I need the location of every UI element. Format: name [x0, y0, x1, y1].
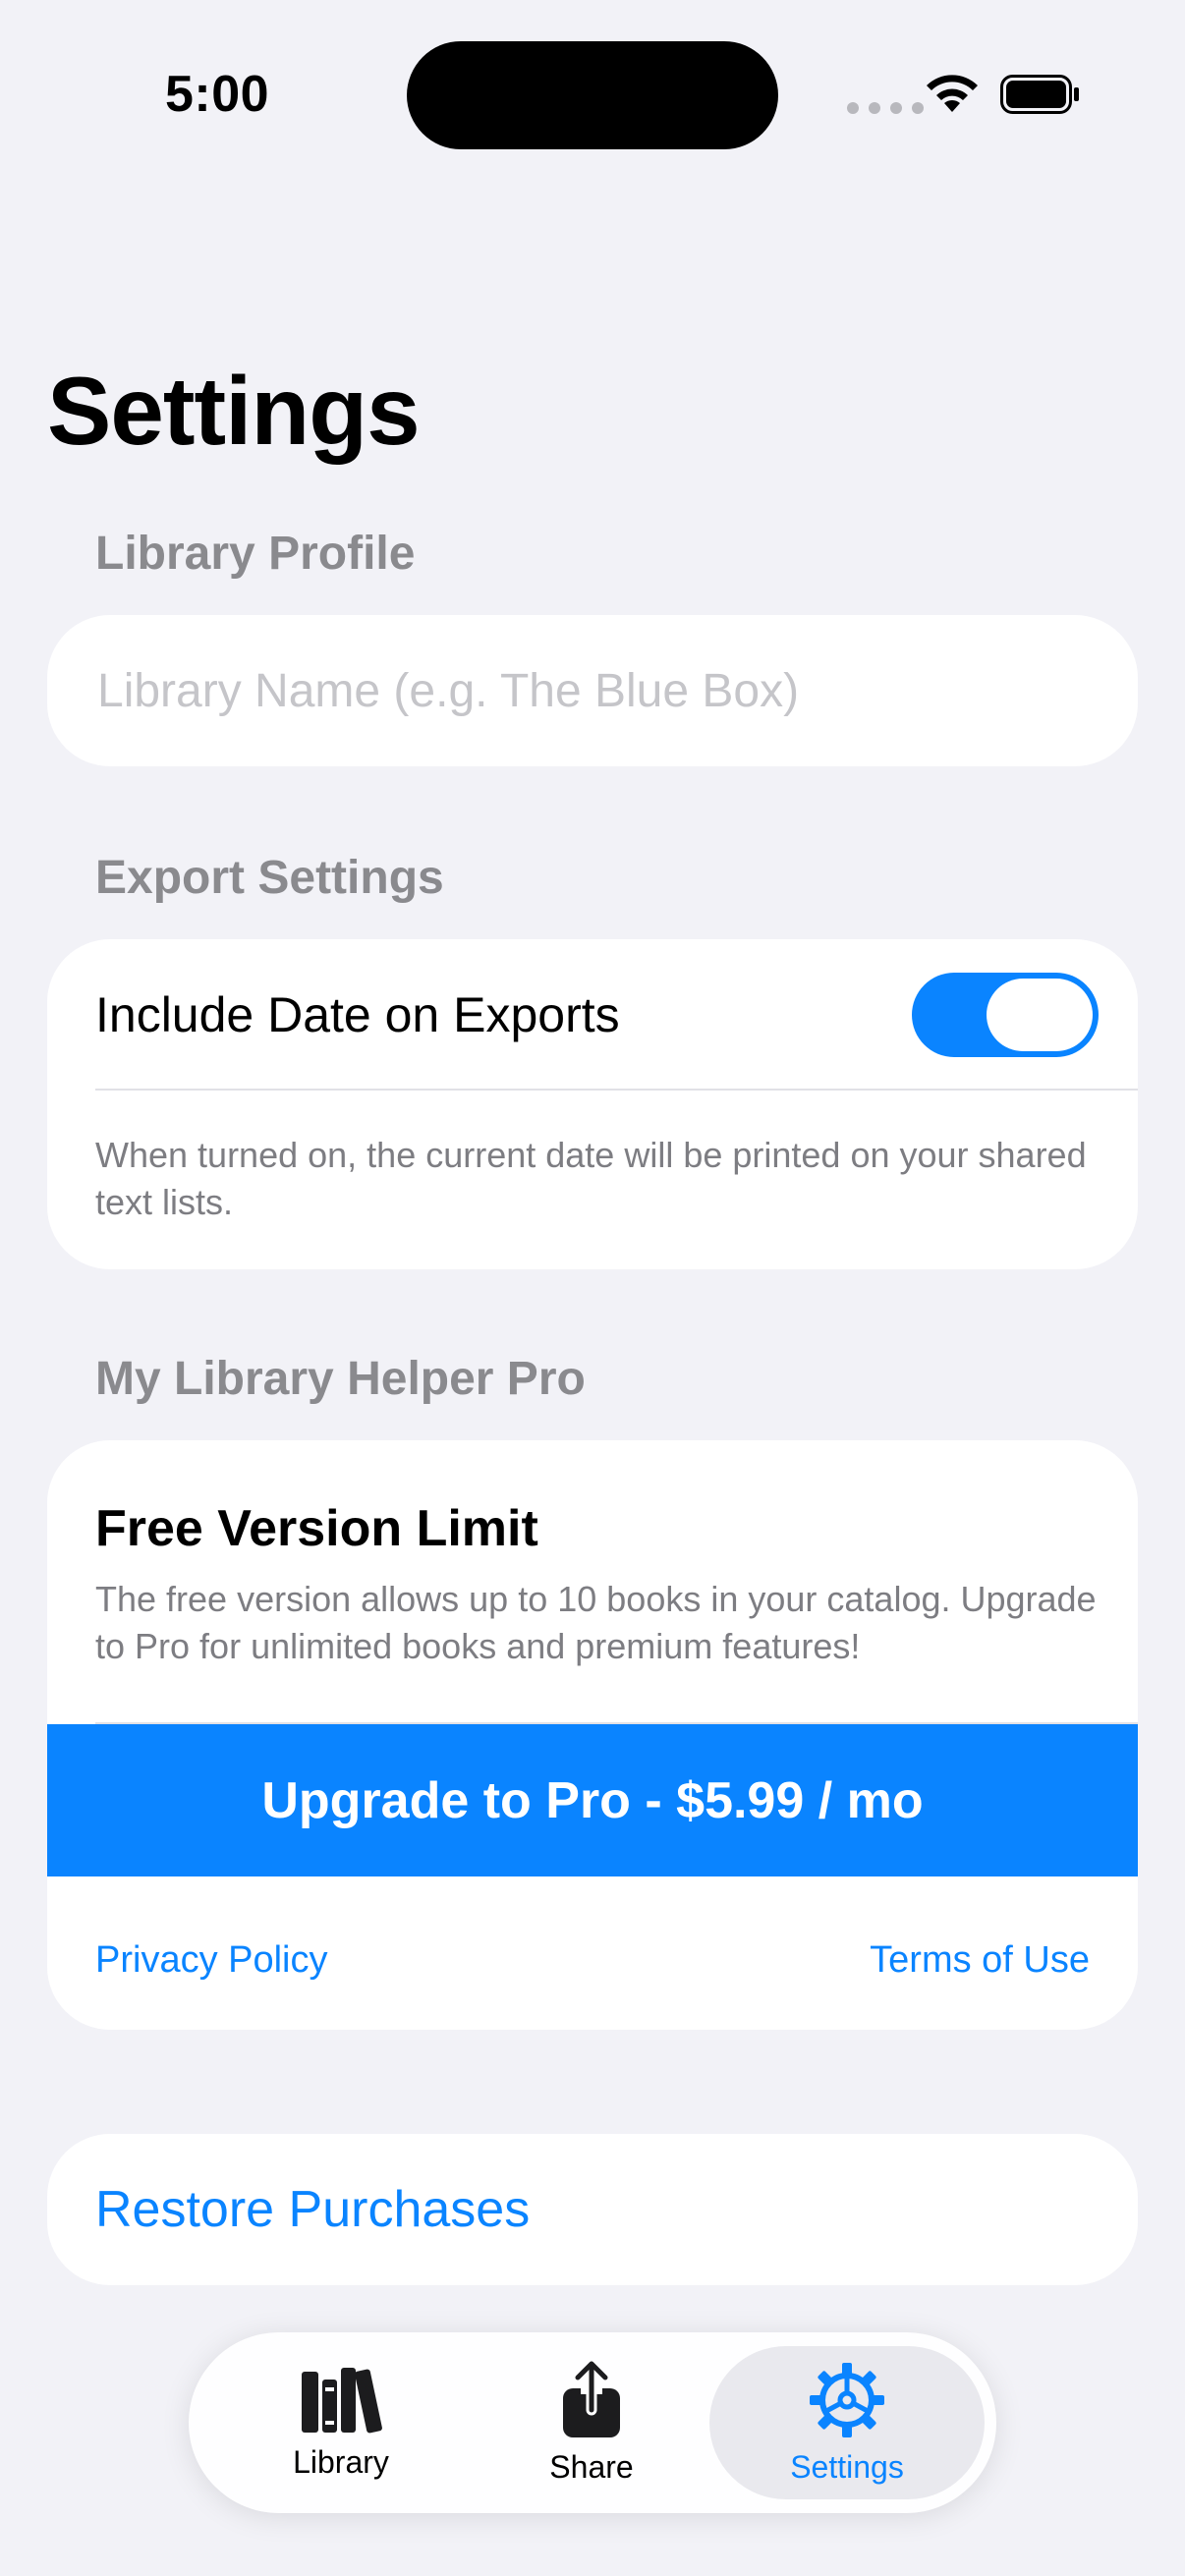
terms-of-use-link[interactable]: Terms of Use	[870, 1939, 1090, 1982]
export-footnote: When turned on, the current date will be…	[95, 1135, 1087, 1222]
divider	[95, 1089, 1138, 1091]
tab-share-label: Share	[549, 2448, 634, 2485]
dynamic-island	[407, 41, 778, 149]
tab-share[interactable]: Share	[479, 2332, 705, 2513]
status-time: 5:00	[165, 66, 270, 123]
tab-library-label: Library	[293, 2443, 389, 2480]
pro-description: The free version allows up to 10 books i…	[95, 1579, 1097, 1666]
tab-settings-label: Settings	[790, 2448, 904, 2485]
toggle-knob	[987, 979, 1093, 1051]
pro-header: My Library Helper Pro	[95, 1353, 586, 1405]
tab-library[interactable]: Library	[228, 2332, 454, 2513]
pro-title: Free Version Limit	[95, 1500, 538, 1557]
gear-icon	[810, 2362, 884, 2437]
signal-dots-icon	[847, 102, 924, 114]
wifi-icon	[927, 75, 978, 112]
upgrade-button[interactable]: Upgrade to Pro - $5.99 / mo	[47, 1724, 1138, 1876]
export-settings-header: Export Settings	[95, 852, 444, 904]
tab-settings[interactable]: Settings	[734, 2332, 960, 2513]
library-profile-header: Library Profile	[95, 528, 416, 580]
share-icon	[563, 2360, 620, 2437]
privacy-policy-link[interactable]: Privacy Policy	[95, 1939, 328, 1982]
library-profile-card	[47, 615, 1138, 766]
tab-bar: Library Share Settings	[189, 2332, 996, 2513]
books-icon	[302, 2367, 382, 2433]
battery-icon	[1000, 75, 1079, 114]
restore-card: Restore Purchases	[47, 2134, 1138, 2285]
restore-purchases-button[interactable]: Restore Purchases	[95, 2134, 530, 2285]
pro-card: Free Version Limit The free version allo…	[47, 1440, 1138, 2030]
export-settings-card: Include Date on Exports When turned on, …	[47, 939, 1138, 1269]
include-date-toggle[interactable]	[912, 973, 1099, 1057]
page-title: Settings	[47, 357, 421, 465]
library-name-input[interactable]	[95, 615, 1092, 766]
include-date-label: Include Date on Exports	[95, 987, 620, 1042]
